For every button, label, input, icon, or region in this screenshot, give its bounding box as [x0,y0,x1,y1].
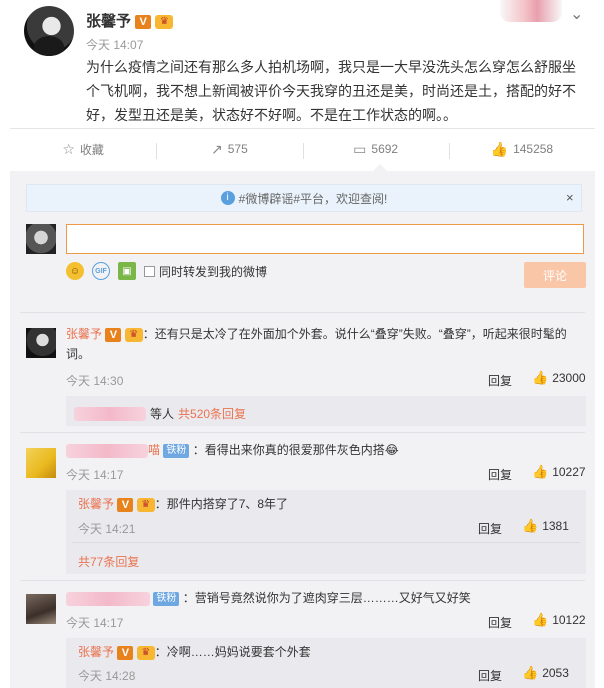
composer-tools: ☺ GIF ▣ 同时转发到我的微博 [66,262,267,280]
panel-caret [373,164,387,171]
favorite-button[interactable]: ☆ 收藏 [10,141,156,158]
author-name[interactable]: 张馨予 [86,13,131,30]
sub-reply-time: 今天 14:28 [78,669,136,683]
image-icon[interactable]: ▣ [118,262,136,280]
divider [20,432,585,433]
repost-icon: ↗ [210,140,223,157]
comment-like-button[interactable]: 👍 10227 [532,464,586,480]
blurred-username [66,443,148,458]
commenter-avatar[interactable] [26,594,56,624]
divider [72,542,580,543]
tiefen-badge: 铁粉 [163,443,190,458]
card-decoration [500,0,562,22]
crown-icon: ♛ [136,497,155,512]
comment-like-button[interactable]: 👍 10122 [532,612,586,628]
emoji-icon[interactable]: ☺ [66,262,84,280]
sub-reply-like-button[interactable]: 👍 1381 [522,518,569,534]
commenter-avatar[interactable] [26,448,56,478]
thumbs-up-icon: 👍 [532,612,549,627]
reply-button[interactable]: 回复 [478,520,502,537]
crown-icon: ♛ [136,645,155,660]
divider [10,128,595,129]
verified-icon: V [105,327,122,342]
comment-time: 今天 14:30 [66,374,124,388]
thumbs-up-icon: 👍 [532,370,549,385]
like-button[interactable]: 👍 145258 [448,140,595,159]
comment-count: 5692 [371,142,399,156]
commenter-name[interactable]: 喵 [148,443,160,457]
like-count: 145258 [513,142,554,156]
also-repost-checkbox[interactable] [144,265,155,277]
comment-input[interactable] [66,224,584,254]
view-replies-link[interactable]: 共520条回复 [178,405,246,422]
comment-button[interactable]: ▭ 5692 [302,140,449,159]
sub-reply-text: ：冷啊……妈妈说要套个外套 [154,645,311,659]
thumbs-up-icon: 👍 [522,518,539,533]
comment-body: 铁粉 ：营销号竟然说你为了遮肉穿三层………又好气又好笑 [66,588,576,608]
blurred-username [66,591,150,606]
submit-comment-button[interactable]: 评论 [524,262,586,288]
commenter-name[interactable]: 张馨予 [78,645,114,659]
post-author[interactable]: 张馨予 V ♛ [86,10,174,31]
comment-like-button[interactable]: 👍 23000 [532,370,586,386]
reply-button[interactable]: 回复 [488,466,512,483]
verified-icon: V [117,497,134,512]
star-icon: ☆ [62,140,75,157]
comment-time: 今天 14:17 [66,468,124,482]
sub-reply-body: 张馨予 V ♛ ：冷啊……妈妈说要套个外套 [78,642,311,662]
comment-icon: ▭ [353,140,367,157]
rumor-notice[interactable]: i #微博辟谣#平台，欢迎查阅! [26,184,582,212]
reply-summary-prefix: 等人 [150,407,175,421]
favorite-label: 收藏 [79,142,104,157]
comment-text: ：营销号竟然说你为了遮肉穿三层………又好气又好笑 [182,591,471,605]
sub-reply-like-count: 2053 [542,666,569,680]
action-bar: ☆ 收藏 ↗ 575 ▭ 5692 👍 145258 [10,130,595,168]
thumbs-up-icon: 👍 [532,464,549,479]
reply-button[interactable]: 回复 [488,614,512,631]
reply-button[interactable]: 回复 [478,667,502,684]
sub-reply-text: ：那件内搭穿了7、8年了 [154,497,289,511]
close-icon[interactable]: × [566,190,574,205]
thumbs-up-icon: 👍 [490,140,509,157]
view-more-replies-link[interactable]: 共77条回复 [78,553,139,570]
notice-text[interactable]: #微博辟谣#平台，欢迎查阅! [239,190,388,207]
chevron-down-icon[interactable]: ⌄ [570,4,583,24]
commenter-avatar[interactable] [26,328,56,358]
reply-summary-text: 等人 共520条回复 [74,405,246,422]
verified-icon: V [117,645,134,660]
sub-reply-time: 今天 14:21 [78,522,136,536]
comment-like-count: 23000 [552,371,586,385]
sub-reply-like-count: 1381 [542,519,569,533]
comment-text: ：看得出来你真的很爱那件灰色内搭😂 [192,443,399,457]
verified-icon: V [135,15,152,30]
info-icon: i [220,191,235,205]
comment-body: 张馨予 V ♛ ：还有只是太冷了在外面加个外套。说什么“叠穿”失败。“叠穿”，听起… [66,324,576,364]
my-avatar[interactable] [26,224,56,254]
tiefen-badge: 铁粉 [153,591,180,606]
commenter-name[interactable]: 张馨予 [78,497,114,511]
comment-body: 喵 铁粉 ：看得出来你真的很爱那件灰色内搭😂 [66,440,576,460]
sub-reply-like-button[interactable]: 👍 2053 [522,665,569,681]
author-avatar[interactable] [24,6,74,56]
divider [20,312,585,313]
thumbs-up-icon: 👍 [522,665,539,680]
repost-button[interactable]: ↗ 575 [156,140,302,159]
post-text: 为什么疫情之间还有那么多人拍机场啊，我只是一大早没洗头怎么穿怎么舒服坐个飞机啊，… [86,59,576,123]
crown-icon: ♛ [155,15,174,30]
divider [20,580,585,581]
also-repost-label[interactable]: 同时转发到我的微博 [159,263,267,280]
sub-reply-body: 张馨予 V ♛ ：那件内搭穿了7、8年了 [78,494,288,514]
reply-button[interactable]: 回复 [488,372,512,389]
blurred-username [74,406,146,421]
commenter-name[interactable]: 张馨予 [66,327,102,341]
gif-icon[interactable]: GIF [92,262,110,280]
comment-like-count: 10227 [552,465,586,479]
crown-icon: ♛ [124,327,143,342]
repost-count: 575 [227,142,248,156]
comment-time: 今天 14:17 [66,616,124,630]
comment-like-count: 10122 [552,613,586,627]
post-time[interactable]: 今天 14:07 [86,36,143,53]
